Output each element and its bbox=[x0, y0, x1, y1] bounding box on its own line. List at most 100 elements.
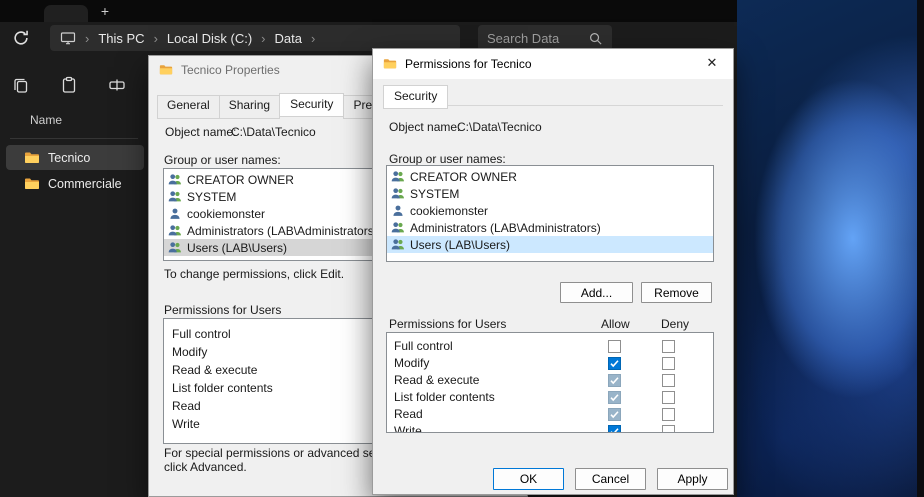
sidebar-divider bbox=[10, 138, 138, 139]
object-name-label: Object name: bbox=[165, 125, 236, 139]
explorer-tab[interactable] bbox=[44, 5, 88, 22]
group-names-label: Group or user names: bbox=[164, 153, 281, 167]
properties-dialog-title: Tecnico Properties bbox=[181, 63, 280, 77]
rename-icon[interactable] bbox=[108, 76, 126, 94]
permissions-for-users-label: Permissions for Users bbox=[389, 317, 506, 331]
permission-row: List folder contents bbox=[387, 389, 713, 406]
users-icon bbox=[168, 224, 182, 238]
users-icon bbox=[391, 238, 405, 252]
explorer-tab-bar: + bbox=[0, 0, 737, 22]
group-label: Users (LAB\Users) bbox=[410, 238, 510, 252]
object-name-value: C:\Data\Tecnico bbox=[457, 120, 542, 134]
dialog-folder-icon bbox=[159, 63, 173, 77]
breadcrumb-item-data[interactable]: Data bbox=[275, 31, 302, 46]
allow-checkbox bbox=[608, 374, 621, 387]
this-pc-icon bbox=[60, 30, 76, 46]
chevron-right-icon[interactable]: › bbox=[154, 31, 158, 46]
sidebar-item-tecnico[interactable]: Tecnico bbox=[6, 145, 144, 170]
folder-icon bbox=[24, 150, 40, 166]
object-name-value: C:\Data\Tecnico bbox=[231, 125, 316, 139]
deny-checkbox[interactable] bbox=[662, 340, 675, 353]
desktop-wallpaper bbox=[737, 0, 924, 497]
command-bar bbox=[12, 76, 126, 94]
deny-checkbox[interactable] bbox=[662, 425, 675, 433]
deny-checkbox[interactable] bbox=[662, 374, 675, 387]
users-icon bbox=[391, 170, 405, 184]
deny-checkbox[interactable] bbox=[662, 357, 675, 370]
permission-row: Read bbox=[387, 406, 713, 423]
search-input[interactable] bbox=[487, 31, 582, 46]
add-button[interactable]: Add... bbox=[560, 282, 633, 303]
group-item[interactable]: cookiemonster bbox=[387, 202, 713, 219]
ok-button[interactable]: OK bbox=[493, 468, 564, 490]
folder-icon bbox=[24, 176, 40, 192]
allow-checkbox bbox=[608, 408, 621, 421]
deny-checkbox[interactable] bbox=[662, 391, 675, 404]
allow-column-header: Allow bbox=[601, 317, 630, 331]
screen-edge-strip bbox=[917, 0, 924, 497]
allow-checkbox[interactable] bbox=[608, 425, 621, 433]
users-icon bbox=[391, 221, 405, 235]
allow-checkbox[interactable] bbox=[608, 340, 621, 353]
tab-security[interactable]: Security bbox=[279, 93, 344, 117]
sidebar-item-commerciale[interactable]: Commerciale bbox=[6, 171, 144, 196]
object-name-label: Object name: bbox=[389, 120, 460, 134]
group-label: Users (LAB\Users) bbox=[187, 241, 287, 255]
permission-row: Write bbox=[387, 423, 713, 433]
advanced-hint-line1: For special permissions or advanced sett… bbox=[164, 446, 407, 460]
tab-security[interactable]: Security bbox=[383, 85, 448, 109]
breadcrumb-item-this-pc[interactable]: This PC bbox=[98, 31, 144, 46]
permission-name: Write bbox=[394, 424, 422, 433]
group-names-label: Group or user names: bbox=[389, 152, 506, 166]
perm-grid[interactable]: Full control ModifyRead & executeList fol… bbox=[386, 332, 714, 433]
chevron-right-icon[interactable]: › bbox=[85, 31, 89, 46]
group-item[interactable]: Administrators (LAB\Administrators) bbox=[387, 219, 713, 236]
search-icon bbox=[588, 31, 603, 46]
group-item[interactable]: Users (LAB\Users) bbox=[387, 236, 713, 253]
group-label: cookiemonster bbox=[410, 204, 488, 218]
permissions-for-users-label: Permissions for Users bbox=[164, 303, 281, 317]
permissions-dialog-titlebar[interactable]: Permissions for Tecnico bbox=[373, 49, 733, 79]
group-label: CREATOR OWNER bbox=[187, 173, 294, 187]
permission-name: List folder contents bbox=[394, 390, 495, 404]
permission-name: Full control bbox=[394, 339, 453, 353]
perms-group-list[interactable]: CREATOR OWNERSYSTEM cookiemonster Administ… bbox=[386, 165, 714, 262]
chevron-right-icon[interactable]: › bbox=[311, 31, 315, 46]
sidebar-item-label: Commerciale bbox=[48, 177, 122, 191]
allow-checkbox bbox=[608, 391, 621, 404]
deny-checkbox[interactable] bbox=[662, 408, 675, 421]
remove-button[interactable]: Remove bbox=[641, 282, 712, 303]
deny-column-header: Deny bbox=[661, 317, 689, 331]
group-label: cookiemonster bbox=[187, 207, 265, 221]
tab-general[interactable]: General bbox=[157, 95, 220, 119]
users-icon bbox=[168, 241, 182, 255]
allow-checkbox[interactable] bbox=[608, 357, 621, 370]
users-icon bbox=[391, 187, 405, 201]
refresh-icon[interactable] bbox=[12, 29, 30, 47]
group-label: SYSTEM bbox=[187, 190, 236, 204]
paste-icon[interactable] bbox=[60, 76, 78, 94]
name-column-header[interactable]: Name bbox=[30, 113, 62, 127]
user-icon bbox=[168, 207, 182, 221]
new-tab-button[interactable]: + bbox=[96, 2, 114, 20]
apply-button[interactable]: Apply bbox=[657, 468, 728, 490]
copy-icon[interactable] bbox=[12, 76, 30, 94]
permission-row: Full control bbox=[387, 338, 713, 355]
chevron-right-icon[interactable]: › bbox=[261, 31, 265, 46]
tab-sharing[interactable]: Sharing bbox=[219, 95, 280, 119]
users-icon bbox=[168, 173, 182, 187]
permission-name: Read bbox=[394, 407, 423, 421]
sidebar-item-label: Tecnico bbox=[48, 151, 90, 165]
close-button[interactable]: ✕ bbox=[691, 49, 733, 77]
breadcrumb-item-local-disk[interactable]: Local Disk (C:) bbox=[167, 31, 252, 46]
permission-row: Read & execute bbox=[387, 372, 713, 389]
cancel-button[interactable]: Cancel bbox=[575, 468, 646, 490]
dialog-folder-icon bbox=[383, 57, 397, 71]
users-icon bbox=[168, 190, 182, 204]
group-item[interactable]: CREATOR OWNER bbox=[387, 168, 713, 185]
group-item[interactable]: SYSTEM bbox=[387, 185, 713, 202]
group-label: Administrators (LAB\Administrators) bbox=[187, 224, 378, 238]
edit-hint-text: To change permissions, click Edit. bbox=[164, 267, 344, 281]
group-label: Administrators (LAB\Administrators) bbox=[410, 221, 601, 235]
permission-row: Modify bbox=[387, 355, 713, 372]
